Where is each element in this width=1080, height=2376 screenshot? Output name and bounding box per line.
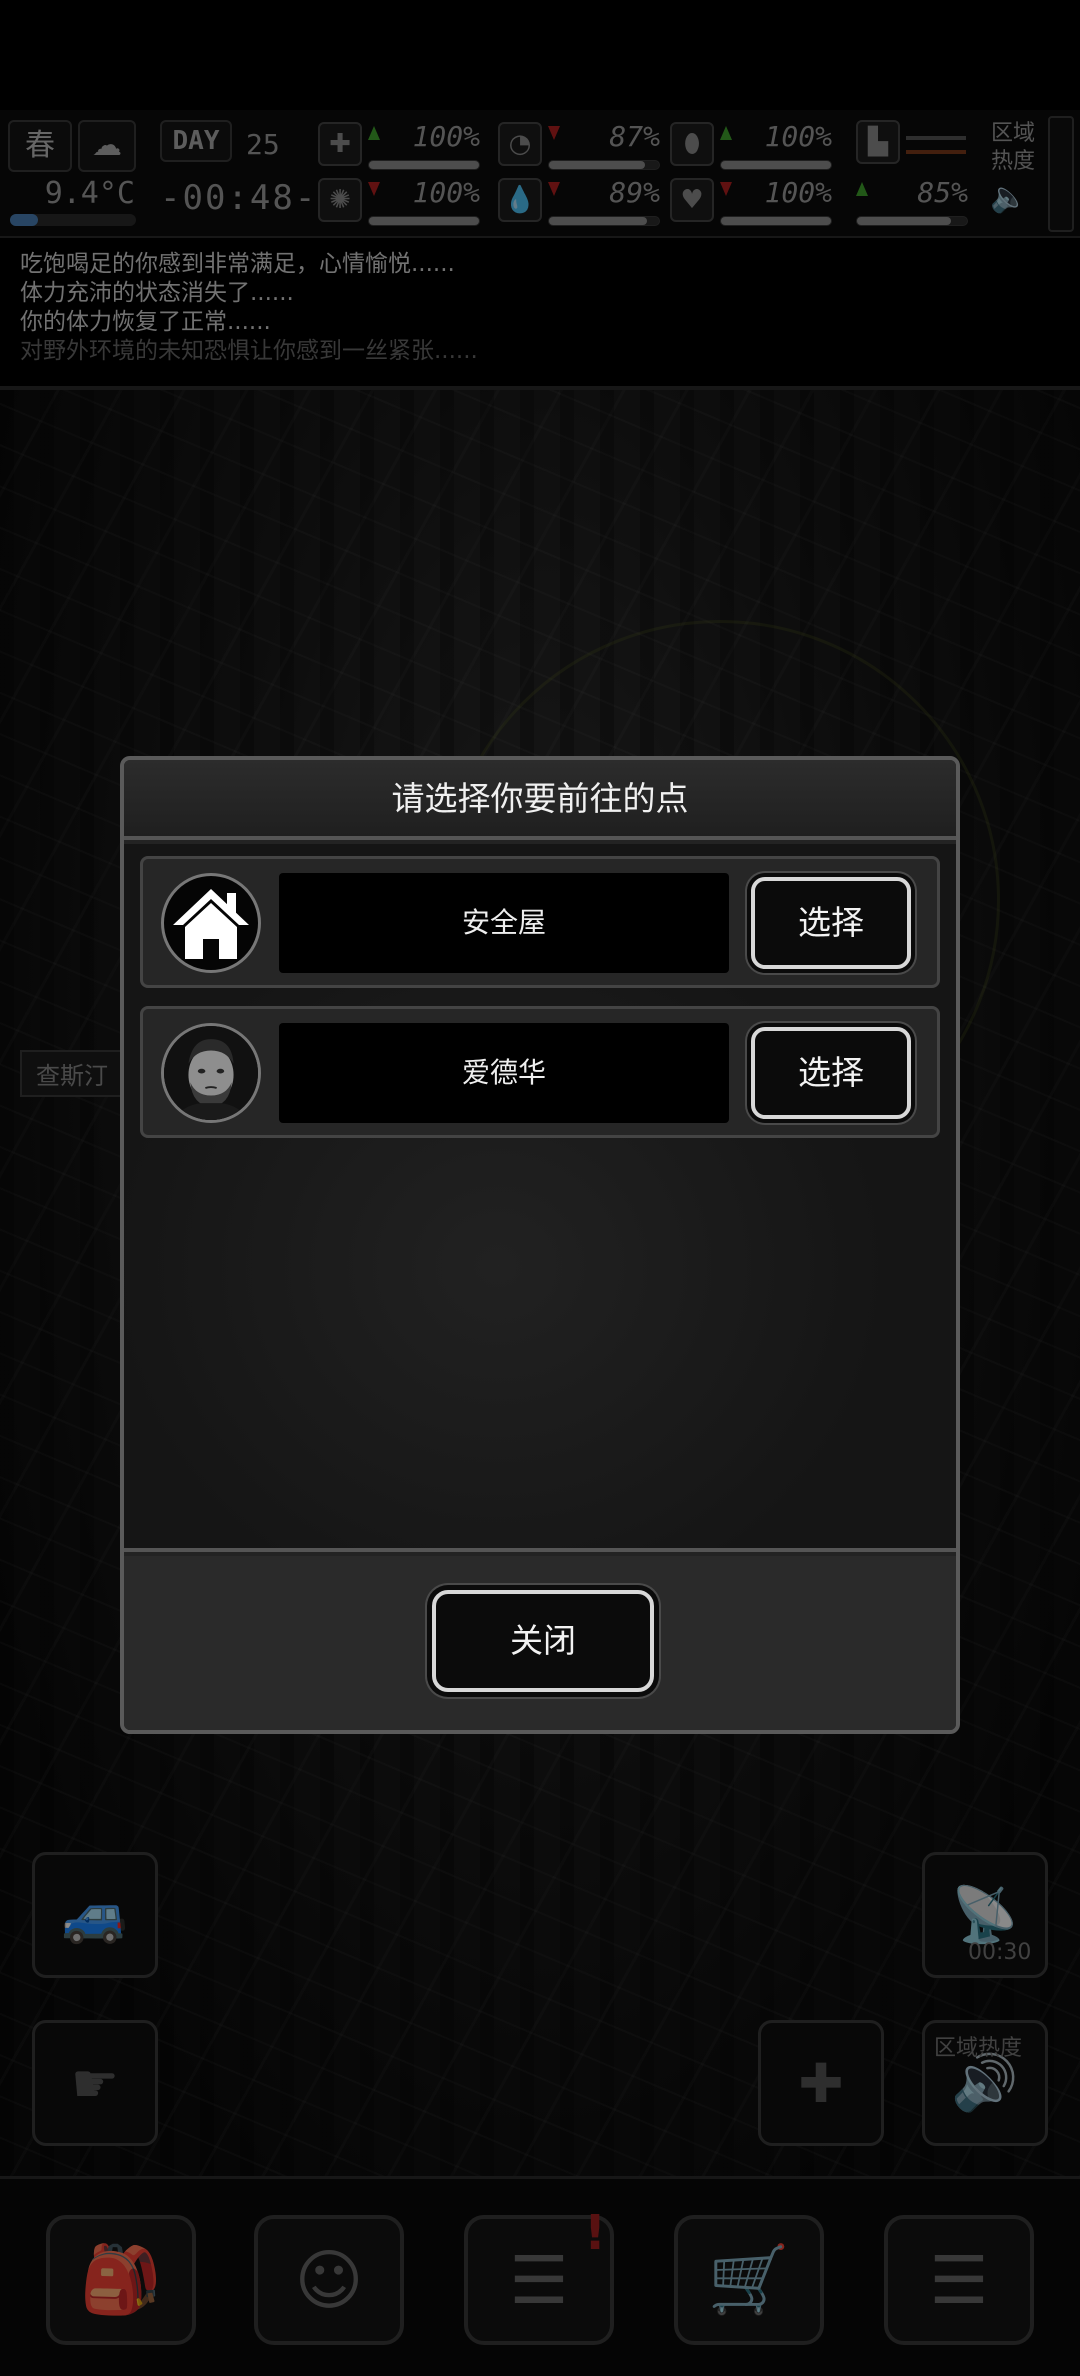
destination-dialog: 请选择你要前往的点 安全屋 选择 爱德华 选择 关闭 bbox=[120, 756, 960, 1734]
destination-name: 爱德华 bbox=[279, 1023, 729, 1123]
select-button[interactable]: 选择 bbox=[751, 1027, 911, 1119]
destination-row-safehouse: 安全屋 选择 bbox=[140, 856, 940, 988]
destination-row-edward: 爱德华 选择 bbox=[140, 1006, 940, 1138]
portrait-icon bbox=[161, 1023, 261, 1123]
dialog-footer: 关闭 bbox=[124, 1556, 956, 1730]
close-button[interactable]: 关闭 bbox=[432, 1590, 654, 1692]
destination-list: 安全屋 选择 爱德华 选择 bbox=[124, 844, 956, 1552]
dialog-title: 请选择你要前往的点 bbox=[124, 760, 956, 840]
destination-name: 安全屋 bbox=[279, 873, 729, 973]
select-button[interactable]: 选择 bbox=[751, 877, 911, 969]
house-icon bbox=[161, 873, 261, 973]
